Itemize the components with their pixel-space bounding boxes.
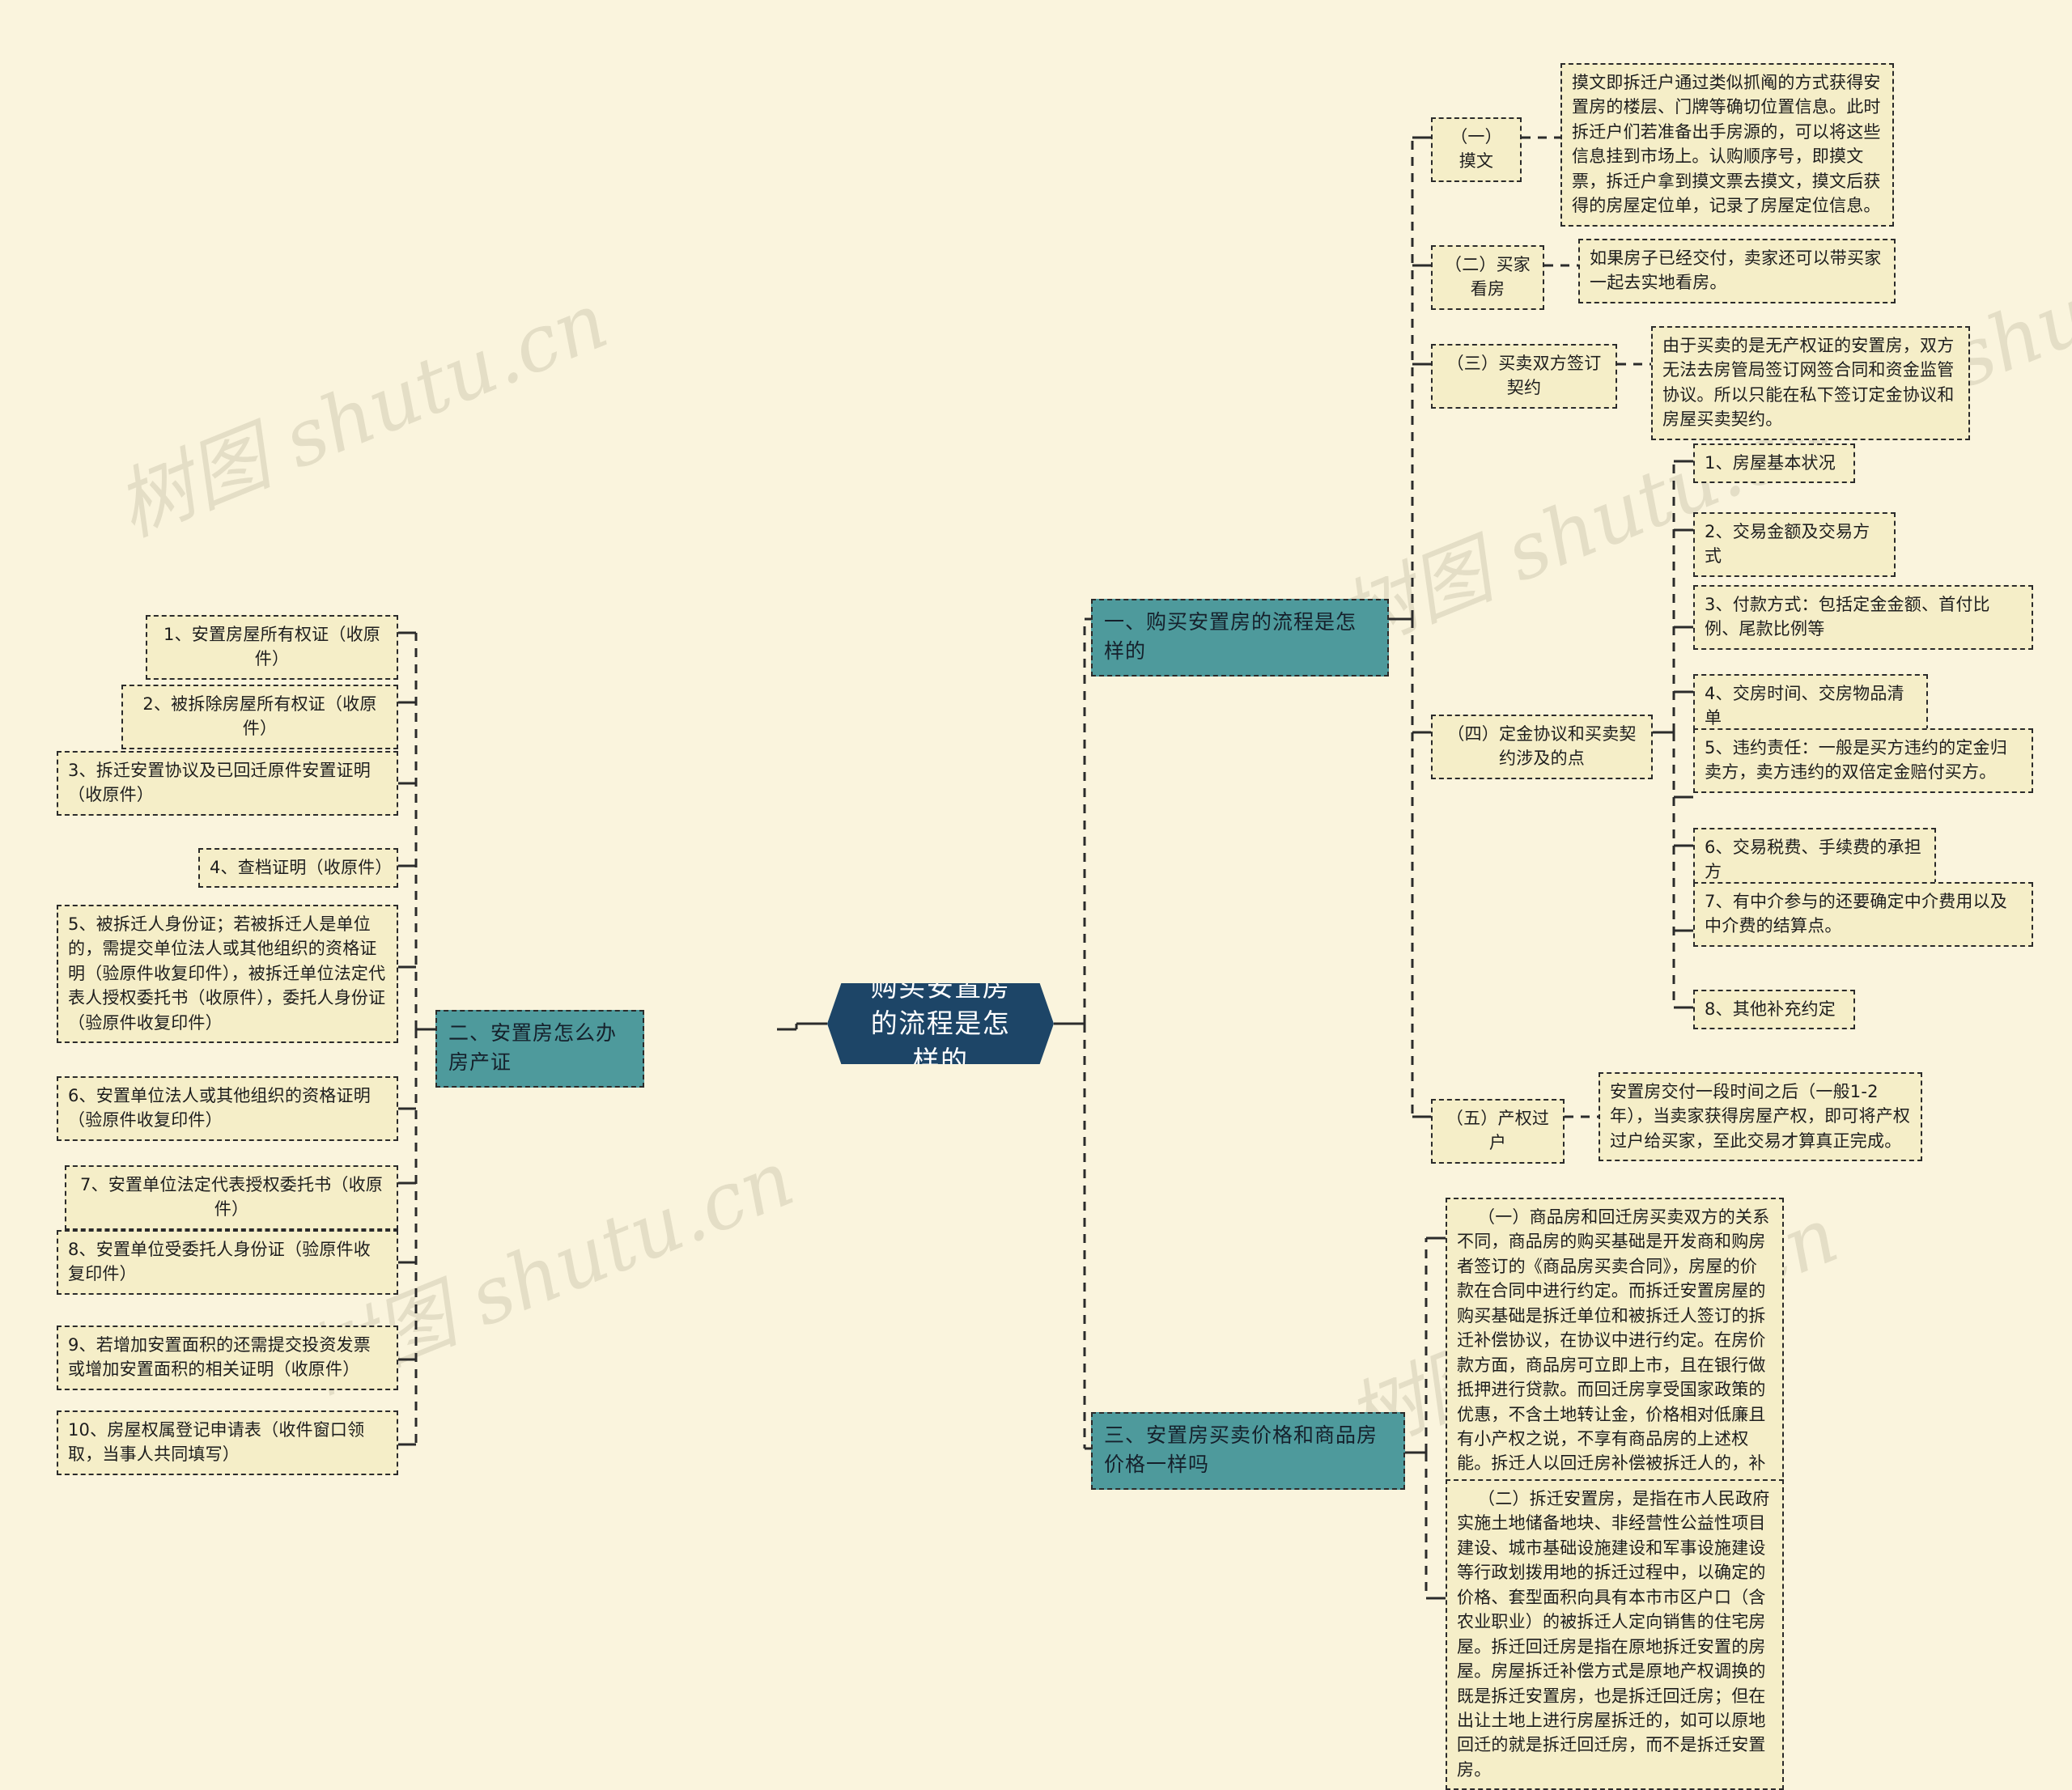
document-item-9-label: 9、若增加安置面积的还需提交投资发票或增加安置面积的相关证明（收原件） <box>68 1335 371 1380</box>
topic-node-3[interactable]: 三、安置房买卖价格和商品房价格一样吗 <box>1091 1412 1405 1490</box>
contract-point-2-label: 2、交易金额及交易方式 <box>1705 522 1870 566</box>
step-detail-5[interactable]: 安置房交付一段时间之后（一般1-2年），当卖家获得房屋产权，即可将产权过户给买家… <box>1599 1072 1922 1162</box>
step-detail-2[interactable]: 如果房子已经交付，卖家还可以带买家一起去实地看房。 <box>1578 239 1896 303</box>
step-4-label: （四）定金协议和买卖契约涉及的点 <box>1447 724 1637 769</box>
topic-node-2[interactable]: 二、安置房怎么办房产证 <box>435 1010 644 1088</box>
step-detail-3[interactable]: 由于买卖的是无产权证的安置房，双方无法去房管局签订网签合同和资金监管协议。所以只… <box>1651 326 1970 440</box>
contract-point-3-label: 3、付款方式：包括定金金额、首付比例、尾款比例等 <box>1705 595 1990 639</box>
step-3-label: （三）买卖双方签订契约 <box>1446 354 1602 398</box>
contract-point-2[interactable]: 2、交易金额及交易方式 <box>1693 512 1896 577</box>
root-label: 购买安置房的流程是怎样的 <box>870 970 1011 1076</box>
root-node[interactable]: 购买安置房的流程是怎样的 <box>827 983 1054 1064</box>
step-2-detail-text: 如果房子已经交付，卖家还可以带买家一起去实地看房。 <box>1590 248 1882 293</box>
document-item-7[interactable]: 7、安置单位法定代表授权委托书（收原件） <box>65 1165 398 1230</box>
step-node-1[interactable]: （一）摸文 <box>1431 117 1522 182</box>
document-item-10-label: 10、房屋权属登记申请表（收件窗口领取，当事人共同填写） <box>68 1420 365 1465</box>
document-item-1[interactable]: 1、安置房屋所有权证（收原件） <box>146 615 398 680</box>
topic-node-1[interactable]: 一、购买安置房的流程是怎样的 <box>1091 599 1389 677</box>
document-item-6-label: 6、安置单位法人或其他组织的资格证明（验原件收复印件） <box>68 1086 371 1130</box>
document-item-6[interactable]: 6、安置单位法人或其他组织的资格证明（验原件收复印件） <box>57 1076 398 1141</box>
contract-point-8[interactable]: 8、其他补充约定 <box>1693 990 1855 1030</box>
step-detail-1[interactable]: 摸文即拆迁户通过类似抓阄的方式获得安置房的楼层、门牌等确切位置信息。此时拆迁户们… <box>1560 63 1894 227</box>
contract-point-5[interactable]: 5、违约责任：一般是买方违约的定金归卖方，卖方违约的双倍定金赔付买方。 <box>1693 728 2033 793</box>
step-1-label: （一）摸文 <box>1450 127 1502 172</box>
contract-point-3[interactable]: 3、付款方式：包括定金金额、首付比例、尾款比例等 <box>1693 585 2033 650</box>
contract-point-6-label: 6、交易税费、手续费的承担方 <box>1705 838 1921 882</box>
watermark-1: 树图 shutu.cn <box>104 274 620 554</box>
contract-point-7[interactable]: 7、有中介参与的还要确定中介费用以及中介费的结算点。 <box>1693 882 2033 947</box>
document-item-2[interactable]: 2、被拆除房屋所有权证（收原件） <box>121 685 398 749</box>
contract-point-5-label: 5、违约责任：一般是买方违约的定金归卖方，卖方违约的双倍定金赔付买方。 <box>1705 738 2007 783</box>
contract-point-1-label: 1、房屋基本状况 <box>1705 453 1836 473</box>
topic-2-label: 二、安置房怎么办房产证 <box>448 1021 618 1075</box>
contract-point-7-label: 7、有中介参与的还要确定中介费用以及中介费的结算点。 <box>1705 892 2007 936</box>
mindmap-canvas: 树图 shutu.cn 树图 shutu.cn 树图 shutu.cn 树图 shut… <box>0 0 2072 1790</box>
topic-1-label: 一、购买安置房的流程是怎样的 <box>1104 610 1357 664</box>
document-item-10[interactable]: 10、房屋权属登记申请表（收件窗口领取，当事人共同填写） <box>57 1410 398 1475</box>
step-5-label: （五）产权过户 <box>1446 1109 1550 1153</box>
step-2-label: （二）买家看房 <box>1445 255 1531 299</box>
topic-3-label: 三、安置房买卖价格和商品房价格一样吗 <box>1104 1423 1378 1477</box>
document-item-7-label: 7、安置单位法定代表授权委托书（收原件） <box>80 1175 383 1219</box>
price-point-2[interactable]: （二）拆迁安置房，是指在市人民政府实施土地储备地块、非经营性公益性项目建设、城市… <box>1446 1479 1784 1790</box>
document-item-3-label: 3、拆迁安置协议及已回迁原件安置证明（收原件） <box>68 761 371 805</box>
document-item-5-label: 5、被拆迁人身份证；若被拆迁人是单位的，需提交单位法人或其他组织的资格证明（验原… <box>68 914 386 1033</box>
step-node-5[interactable]: （五）产权过户 <box>1431 1099 1565 1164</box>
document-item-1-label: 1、安置房屋所有权证（收原件） <box>163 625 380 669</box>
contract-point-1[interactable]: 1、房屋基本状况 <box>1693 443 1855 484</box>
step-node-4[interactable]: （四）定金协议和买卖契约涉及的点 <box>1431 715 1653 779</box>
price-point-2-text: （二）拆迁安置房，是指在市人民政府实施土地储备地块、非经营性公益性项目建设、城市… <box>1457 1489 1770 1779</box>
document-item-3[interactable]: 3、拆迁安置协议及已回迁原件安置证明（收原件） <box>57 751 398 816</box>
document-item-4-label: 4、查档证明（收原件） <box>210 858 393 877</box>
document-item-2-label: 2、被拆除房屋所有权证（收原件） <box>142 694 377 739</box>
document-item-4[interactable]: 4、查档证明（收原件） <box>198 848 398 889</box>
step-3-detail-text: 由于买卖的是无产权证的安置房，双方无法去房管局签订网签合同和资金监管协议。所以只… <box>1662 336 1955 430</box>
contract-point-8-label: 8、其他补充约定 <box>1705 999 1836 1019</box>
contract-point-4-label: 4、交房时间、交房物品清单 <box>1705 684 1904 728</box>
document-item-8-label: 8、安置单位受委托人身份证（验原件收复印件） <box>68 1240 371 1284</box>
step-5-detail-text: 安置房交付一段时间之后（一般1-2年），当卖家获得房屋产权，即可将产权过户给买家… <box>1610 1082 1911 1151</box>
step-1-detail-text: 摸文即拆迁户通过类似抓阄的方式获得安置房的楼层、门牌等确切位置信息。此时拆迁户们… <box>1572 73 1881 216</box>
step-node-2[interactable]: （二）买家看房 <box>1431 245 1544 310</box>
document-item-9[interactable]: 9、若增加安置面积的还需提交投资发票或增加安置面积的相关证明（收原件） <box>57 1326 398 1390</box>
document-item-5[interactable]: 5、被拆迁人身份证；若被拆迁人是单位的，需提交单位法人或其他组织的资格证明（验原… <box>57 905 398 1044</box>
document-item-8[interactable]: 8、安置单位受委托人身份证（验原件收复印件） <box>57 1230 398 1295</box>
step-node-3[interactable]: （三）买卖双方签订契约 <box>1431 344 1617 409</box>
